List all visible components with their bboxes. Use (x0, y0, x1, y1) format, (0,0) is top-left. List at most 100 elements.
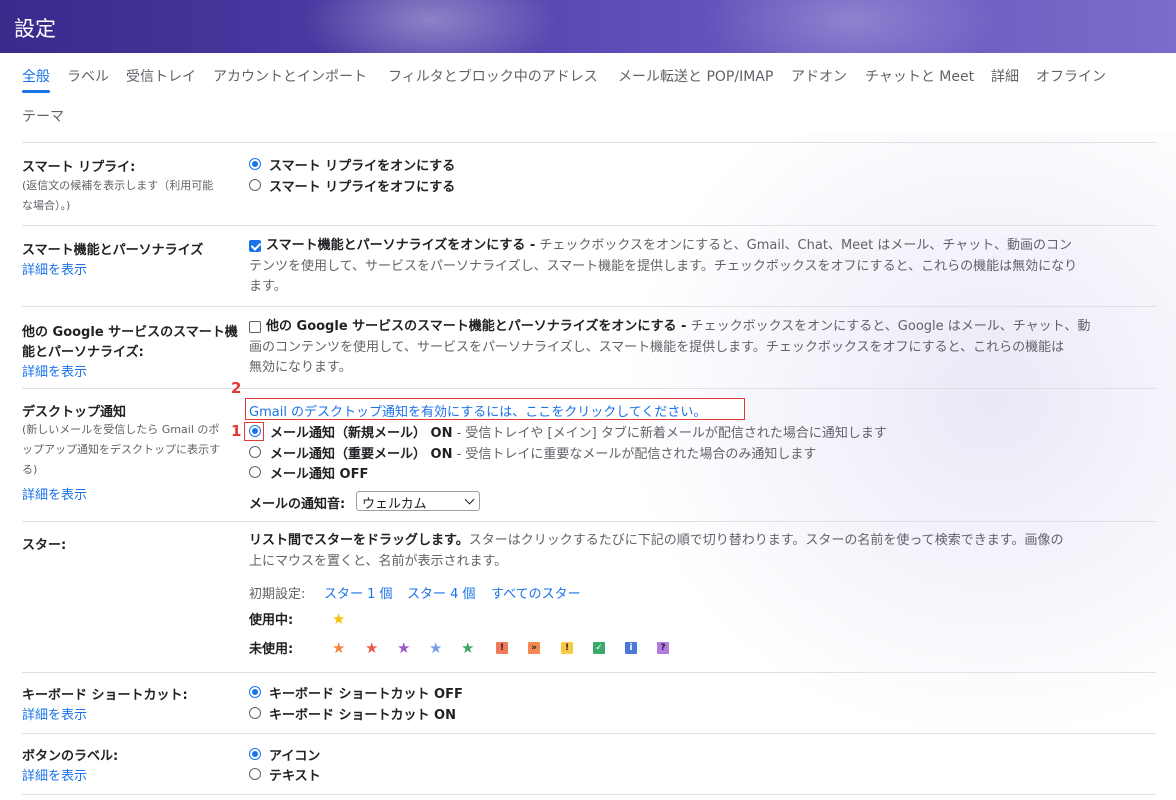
button-labels-icons-radio[interactable] (249, 748, 261, 760)
button-labels-icons-label[interactable]: アイコン (269, 745, 320, 764)
divider (22, 225, 1156, 226)
yellow-bang-icon[interactable]: ! (561, 642, 573, 654)
yellow-star-icon[interactable]: ★ (332, 611, 345, 627)
google-features-label: 能とパーソナライズ: (22, 345, 144, 360)
divider (22, 672, 1156, 673)
tab-forwarding-pop-imap[interactable]: メール転送と POP/IMAP (618, 66, 773, 86)
tab-addons[interactable]: アドオン (791, 66, 847, 86)
smart-reply-description-line: な場合）。) (22, 199, 71, 212)
tab-inbox[interactable]: 受信トレイ (126, 66, 196, 86)
notification-sound-value: ウェルカム (362, 497, 427, 512)
tab-accounts-import[interactable]: アカウントとインポート (213, 66, 367, 86)
smart-reply-description-line: (返信文の候補を表示します（利用可能 (22, 179, 214, 192)
smart-features-checkbox-label[interactable]: スマート機能とパーソナライズをオンにする - (266, 238, 535, 253)
stars-label: スター: (22, 538, 67, 553)
tab-labels[interactable]: ラベル (67, 66, 109, 86)
stars-not-in-use-label: 未使用: (249, 642, 294, 657)
smart-features-text: チェックボックスをオンにすると、Gmail、Chat、Meet はメール、チャッ… (535, 238, 1072, 253)
chevron-down-icon (464, 494, 475, 505)
google-features-text: 画のコンテンツを使用して、サービスをパーソナライズし、スマート機能を提供します。… (249, 339, 1065, 355)
divider (22, 388, 1156, 389)
mail-notifications-off-label[interactable]: メール通知 OFF (270, 463, 368, 482)
settings-content: スマート リプライ: (返信文の候補を表示します（利用可能 な場合）。) スマー… (0, 133, 1176, 800)
smart-features-text: ます。 (249, 279, 287, 294)
desktop-notifications-label: デスクトップ通知 (22, 405, 127, 420)
purple-star-icon[interactable]: ★ (397, 640, 410, 656)
tab-advanced[interactable]: 詳細 (991, 66, 1019, 86)
keyboard-shortcuts-on-label[interactable]: キーボード ショートカット ON (269, 704, 456, 723)
desktop-notifications-description: (新しいメールを受信したら Gmail のポ ップアップ通知をデスクトップに表示… (22, 420, 244, 480)
divider (22, 142, 1156, 143)
smart-reply-off-label[interactable]: スマート リプライをオフにする (269, 176, 455, 195)
desktop-description-line: (新しいメールを受信したら Gmail のポ (22, 423, 220, 436)
divider (22, 794, 1156, 795)
important-mail-notifications-title: メール通知（重要メール） ON (270, 447, 453, 462)
keyboard-shortcuts-label: キーボード ショートカット: (22, 688, 188, 703)
important-mail-notifications-radio[interactable] (249, 446, 261, 458)
mail-notifications-off-title: メール通知 OFF (270, 467, 369, 482)
google-features-description: 他の Google サービスのスマート機能とパーソナライズをオンにする - チェ… (249, 317, 1159, 379)
red-bang-icon[interactable]: ! (496, 642, 508, 654)
notification-sound-label: メールの通知音: (249, 497, 346, 512)
orange-star-icon[interactable]: ★ (332, 640, 345, 656)
preset-one-star-link[interactable]: スター 1 個 (324, 583, 393, 602)
enable-desktop-notifications-link[interactable]: Gmail のデスクトップ通知を有効にするには、ここをクリックしてください。 (249, 401, 706, 420)
divider (22, 306, 1156, 307)
keyboard-shortcuts-off-radio[interactable] (249, 686, 261, 698)
tab-themes[interactable]: テーマ (22, 106, 64, 126)
new-mail-notifications-radio[interactable] (249, 425, 261, 437)
button-labels-text-label[interactable]: テキスト (269, 765, 321, 784)
new-mail-notifications-label[interactable]: メール通知（新規メール） ON - 受信トレイや [メイン] タブに新着メールが… (270, 422, 887, 441)
google-features-text: 無効になります。 (249, 360, 352, 375)
google-features-text: チェックボックスをオンにすると、Google はメール、チャット、動 (686, 319, 1091, 334)
smart-reply-label: スマート リプライ: (22, 160, 136, 175)
header-decor (300, 0, 560, 53)
button-labels-text-radio[interactable] (249, 768, 261, 780)
smart-reply-off-radio[interactable] (249, 179, 261, 191)
button-labels-label: ボタンのラベル: (22, 749, 119, 764)
tab-filters-blocked[interactable]: フィルタとブロック中のアドレス (388, 66, 598, 86)
preset-four-stars-link[interactable]: スター 4 個 (407, 583, 476, 602)
header-decor (700, 0, 1000, 53)
settings-tabs: 全般 ラベル 受信トレイ アカウントとインポート フィルタとブロック中のアドレス… (0, 53, 1176, 133)
blue-star-icon[interactable]: ★ (429, 640, 442, 656)
smart-features-text: テンツを使用して、サービスをパーソナライズし、スマート機能を提供します。チェック… (249, 258, 1078, 274)
background-decor (560, 133, 1176, 800)
blue-info-icon[interactable]: i (625, 642, 637, 654)
preset-all-stars-link[interactable]: すべてのスター (491, 583, 581, 602)
stars-description: リスト間でスターをドラッグします。スターはクリックするたびに下記の順で切り替わり… (249, 531, 1159, 572)
smart-features-label: スマート機能とパーソナライズ (22, 243, 204, 258)
orange-guillemet-icon[interactable]: » (528, 642, 540, 654)
stars-description-text: スターはクリックするたびに下記の順で切り替わります。スターの名前を使って検索でき… (468, 533, 1064, 548)
button-labels-details-link[interactable]: 詳細を表示 (22, 765, 87, 784)
smart-reply-description: (返信文の候補を表示します（利用可能 な場合）。) (22, 176, 242, 216)
annotation-marker-1: 1 (231, 422, 242, 440)
tab-offline[interactable]: オフライン (1036, 66, 1106, 86)
google-features-checkbox-label[interactable]: 他の Google サービスのスマート機能とパーソナライズをオンにする - (266, 319, 686, 334)
smart-reply-on-radio[interactable] (249, 158, 261, 170)
notification-sound-select[interactable]: ウェルカム (356, 491, 480, 512)
keyboard-shortcuts-off-label[interactable]: キーボード ショートカット OFF (269, 683, 463, 702)
annotation-marker-2: 2 (231, 379, 242, 397)
stars-presets-label: 初期設定: (249, 587, 306, 602)
keyboard-shortcuts-details-link[interactable]: 詳細を表示 (22, 704, 87, 723)
desktop-description-line: ップアップ通知をデスクトップに表示す (22, 443, 220, 456)
green-check-icon[interactable]: ✓ (593, 642, 605, 654)
google-features-details-link[interactable]: 詳細を表示 (22, 361, 87, 380)
tab-chat-meet[interactable]: チャットと Meet (865, 66, 974, 86)
divider (22, 521, 1156, 522)
tab-general[interactable]: 全般 (22, 66, 50, 86)
smart-reply-on-label[interactable]: スマート リプライをオンにする (269, 155, 455, 174)
desktop-notifications-details-link[interactable]: 詳細を表示 (22, 484, 87, 503)
green-star-icon[interactable]: ★ (461, 640, 474, 656)
smart-features-description: スマート機能とパーソナライズをオンにする - チェックボックスをオンにすると、G… (249, 236, 1159, 298)
important-mail-notifications-label[interactable]: メール通知（重要メール） ON - 受信トレイに重要なメールが配信された場合のみ… (270, 443, 816, 462)
purple-question-icon[interactable]: ? (657, 642, 669, 654)
red-star-icon[interactable]: ★ (365, 640, 378, 656)
mail-notifications-off-radio[interactable] (249, 466, 261, 478)
smart-features-details-link[interactable]: 詳細を表示 (22, 259, 87, 278)
stars-description-bold: リスト間でスターをドラッグします。 (249, 533, 469, 548)
stars-in-use-label: 使用中: (249, 613, 294, 628)
stars-description-text: 上にマウスを置くと、名前が表示されます。 (249, 553, 508, 569)
keyboard-shortcuts-on-radio[interactable] (249, 707, 261, 719)
